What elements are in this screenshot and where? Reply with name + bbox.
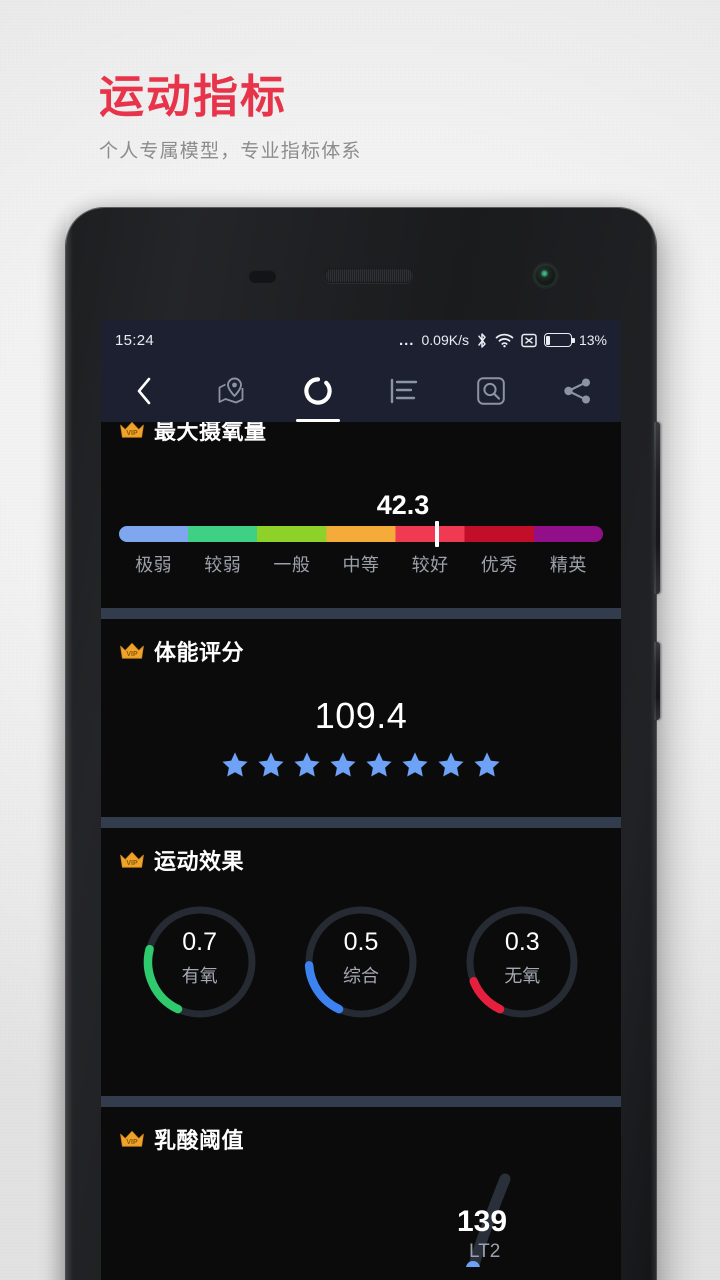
section-exercise-effect: VIP 运动效果 0.7 有氧 0.5 综合 0.3 无氧 xyxy=(101,828,621,1096)
vo2-level-label-5: 优秀 xyxy=(480,555,518,575)
effect-gauge: 0.5 综合 xyxy=(299,900,423,1024)
back-button[interactable] xyxy=(101,360,188,422)
star-icon xyxy=(438,752,464,777)
earpiece-speaker-icon xyxy=(324,268,414,283)
section-title: 体能评分 xyxy=(154,640,245,665)
star-icon xyxy=(294,752,320,777)
vo2-level-label-0: 极弱 xyxy=(135,555,173,575)
vo2-level-label-2: 一般 xyxy=(273,555,311,575)
fitness-score-value: 109.4 xyxy=(314,695,408,736)
vo2-level-labels: 极弱 较弱 一般 中等 较好 优秀 精英 xyxy=(119,551,603,577)
vo2-gradient-track xyxy=(119,526,603,542)
vo2-level-label-6: 精英 xyxy=(549,555,587,575)
app-toolbar xyxy=(101,360,621,422)
vo2-level-label-1: 较弱 xyxy=(204,555,242,575)
effect-gauge: 0.3 无氧 xyxy=(460,900,584,1024)
share-icon xyxy=(563,377,593,405)
gauge-value: 0.3 xyxy=(504,928,540,956)
analyze-tab[interactable] xyxy=(448,360,535,422)
battery-icon xyxy=(543,333,575,347)
phone-screen: 15:24 ... 0.09K/s 13% VIP 最大摄氧量 42.3 极弱 … xyxy=(101,320,621,1280)
metrics-tab[interactable] xyxy=(274,360,361,422)
svg-text:VIP: VIP xyxy=(126,430,138,437)
section-divider xyxy=(101,817,621,828)
bluetooth-icon xyxy=(476,332,488,349)
star-icon xyxy=(474,752,500,777)
star-icon xyxy=(402,752,428,777)
vo2-level-label-3: 中等 xyxy=(342,555,380,575)
search-box-icon xyxy=(476,376,506,406)
list-tab[interactable] xyxy=(361,360,448,422)
gauge-label: 综合 xyxy=(342,966,379,986)
status-bar: 15:24 ... 0.09K/s 13% xyxy=(101,320,621,360)
phone-top-bezel xyxy=(66,208,656,320)
star-icon xyxy=(258,752,284,777)
more-dots-icon: ... xyxy=(398,331,415,349)
section-divider xyxy=(101,1096,621,1107)
star-icon xyxy=(330,752,356,777)
volume-button[interactable] xyxy=(654,422,660,594)
page-subtitle: 个人专属模型，专业指标体系 xyxy=(99,141,362,163)
svg-text:VIP: VIP xyxy=(126,860,138,867)
share-button[interactable] xyxy=(534,360,621,422)
status-time: 15:24 xyxy=(115,331,155,349)
vip-crown-icon: VIP xyxy=(120,852,144,868)
section-header: VIP 体能评分 xyxy=(119,619,603,667)
gauge-label: 有氧 xyxy=(181,966,218,986)
section-lactate-threshold: VIP 乳酸阈值 139 LT2 xyxy=(101,1107,621,1267)
battery-percent-label: 13% xyxy=(578,332,607,348)
phone-device-frame: 15:24 ... 0.09K/s 13% VIP 最大摄氧量 42.3 极弱 … xyxy=(66,208,660,1280)
star-icon xyxy=(366,752,392,777)
signal-off-icon xyxy=(521,333,537,348)
lactate-curve-chart xyxy=(466,1173,511,1267)
vo2-level-label-4: 较好 xyxy=(411,555,449,575)
network-speed-label: 0.09K/s xyxy=(421,332,469,348)
gauge-value: 0.5 xyxy=(343,928,379,956)
section-header: VIP 最大摄氧量 xyxy=(119,422,603,446)
svg-text:VIP: VIP xyxy=(126,1139,138,1146)
star-icon xyxy=(222,752,248,777)
section-title: 乳酸阈值 xyxy=(154,1128,245,1153)
section-title: 运动效果 xyxy=(154,849,245,874)
wifi-icon xyxy=(495,333,514,348)
lactate-label: LT2 xyxy=(469,1241,501,1262)
vo2-gradient-bar xyxy=(119,521,603,547)
lactate-value: 139 xyxy=(457,1205,508,1238)
page-title: 运动指标 xyxy=(99,71,288,122)
gauge-value: 0.7 xyxy=(182,928,218,956)
vip-crown-icon: VIP xyxy=(120,422,144,438)
vo2-value-marker xyxy=(434,521,439,547)
svg-text:VIP: VIP xyxy=(126,651,138,658)
section-vo2max: VIP 最大摄氧量 42.3 极弱 较弱 一般 中等 较好 优秀 精英 xyxy=(101,422,621,608)
section-divider xyxy=(101,608,621,619)
promo-headline: 运动指标 个人专属模型，专业指标体系 xyxy=(99,71,362,163)
effect-gauge: 0.7 有氧 xyxy=(138,900,262,1024)
list-icon xyxy=(389,378,419,404)
front-camera-icon xyxy=(534,264,557,287)
metrics-content: VIP 最大摄氧量 42.3 极弱 较弱 一般 中等 较好 优秀 精英 VIP xyxy=(101,422,621,1267)
proximity-sensor-icon xyxy=(249,270,276,283)
donut-circle-icon xyxy=(302,375,334,407)
section-fitness-score: VIP 体能评分 109.4 xyxy=(101,619,621,817)
vo2-value: 42.3 xyxy=(376,490,430,520)
vip-crown-icon: VIP xyxy=(120,643,144,659)
map-pin-icon xyxy=(216,376,246,406)
gauge-label: 无氧 xyxy=(504,966,541,986)
vip-crown-icon: VIP xyxy=(120,1131,144,1147)
section-header: VIP 运动效果 xyxy=(119,828,603,876)
section-title: 最大摄氧量 xyxy=(154,422,267,444)
section-header: VIP 乳酸阈值 xyxy=(119,1107,603,1155)
map-tab[interactable] xyxy=(188,360,275,422)
fitness-star-rating xyxy=(119,751,603,778)
effect-gauge-group: 0.7 有氧 0.5 综合 0.3 无氧 xyxy=(119,900,603,1024)
power-button[interactable] xyxy=(654,642,660,720)
